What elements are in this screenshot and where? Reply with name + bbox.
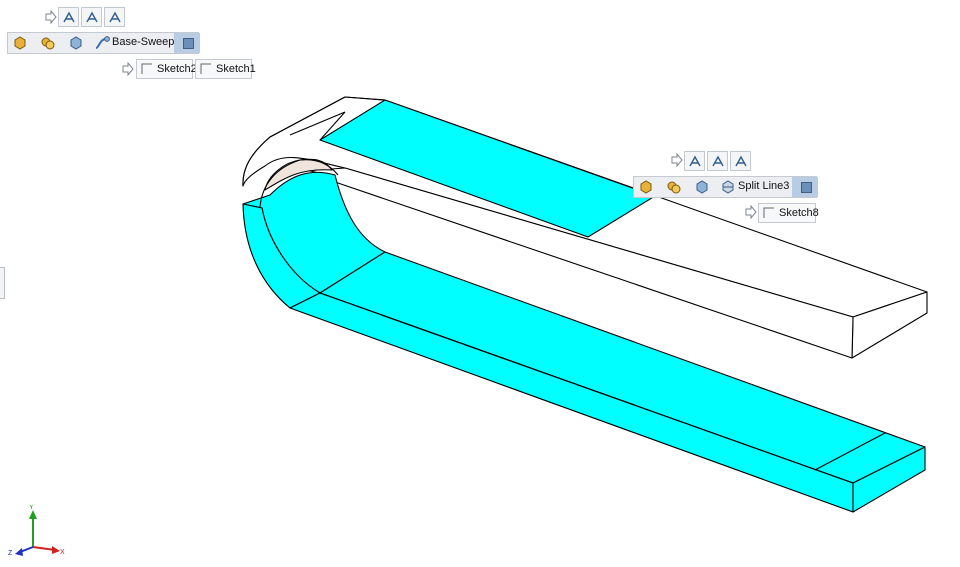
smart-dimension-button[interactable]	[58, 7, 79, 27]
reference-triad: Y X Z	[8, 505, 65, 557]
dimension-button-3[interactable]	[104, 7, 125, 27]
dimension-button-2[interactable]	[707, 151, 728, 171]
dimension-icon	[735, 155, 747, 167]
arrow-right-icon	[45, 10, 57, 24]
arrow-right-icon	[671, 153, 683, 167]
assembly-icon	[41, 37, 55, 50]
graphics-viewport[interactable]	[0, 0, 960, 567]
breadcrumb-assembly[interactable]	[36, 33, 64, 53]
body-icon	[696, 180, 708, 194]
part-icon	[640, 180, 652, 194]
dimension-icon	[63, 11, 75, 23]
breadcrumb-body[interactable]	[690, 177, 716, 197]
sweep-icon	[95, 36, 110, 49]
triad-y-label: Y	[29, 505, 34, 511]
u-shaped-swept-part[interactable]	[242, 96, 928, 513]
arrow-right-icon	[745, 205, 757, 219]
dimension-icon	[86, 11, 98, 23]
assembly-icon	[667, 181, 681, 194]
breadcrumb-feature[interactable]: Base-Sweep	[90, 33, 174, 53]
breadcrumb-right: Split Line3	[633, 176, 818, 198]
part-icon	[14, 36, 26, 50]
arrow-right-icon	[122, 62, 134, 76]
sketch-chip-sketch1[interactable]: Sketch1	[195, 59, 256, 79]
triad-z-label: Z	[8, 550, 13, 557]
body-icon	[70, 36, 82, 50]
dimension-icon	[109, 11, 121, 23]
split-line-icon	[722, 180, 734, 194]
dimension-button-3[interactable]	[730, 151, 751, 171]
sketch-icon	[141, 63, 152, 74]
breadcrumb-part[interactable]	[8, 33, 36, 53]
sketch-icon	[763, 207, 774, 218]
smart-dimension-button[interactable]	[684, 151, 705, 171]
sketch-chip-sketch8[interactable]: Sketch8	[758, 203, 819, 223]
sketch-icon	[200, 63, 211, 74]
triad-x-axis	[32, 546, 56, 551]
breadcrumb-assembly[interactable]	[662, 177, 690, 197]
triad-z-arrow	[15, 548, 23, 556]
dimension-icon	[689, 155, 701, 167]
breadcrumb-part[interactable]	[634, 177, 662, 197]
dimension-button-2[interactable]	[81, 7, 102, 27]
breadcrumb-select-other[interactable]	[174, 33, 200, 53]
breadcrumb-select-other[interactable]	[792, 177, 818, 197]
dimension-icon	[712, 155, 724, 167]
breadcrumb-feature[interactable]: Split Line3	[716, 177, 792, 197]
breadcrumb-top: Base-Sweep	[7, 32, 200, 54]
breadcrumb-feature-label: Split Line3	[738, 180, 790, 192]
breadcrumb-body[interactable]	[64, 33, 90, 53]
side-panel-tab[interactable]	[0, 267, 5, 299]
sketch-label: Sketch1	[216, 63, 256, 75]
triad-x-arrow	[52, 546, 60, 554]
triad-x-label: X	[60, 549, 65, 556]
sketch-chip-sketch2[interactable]: Sketch2	[136, 59, 197, 79]
triad-y-arrow	[29, 510, 37, 519]
breadcrumb-feature-label: Base-Sweep	[112, 36, 175, 48]
sketch-label: Sketch2	[157, 63, 197, 75]
sketch-label: Sketch8	[779, 207, 819, 219]
